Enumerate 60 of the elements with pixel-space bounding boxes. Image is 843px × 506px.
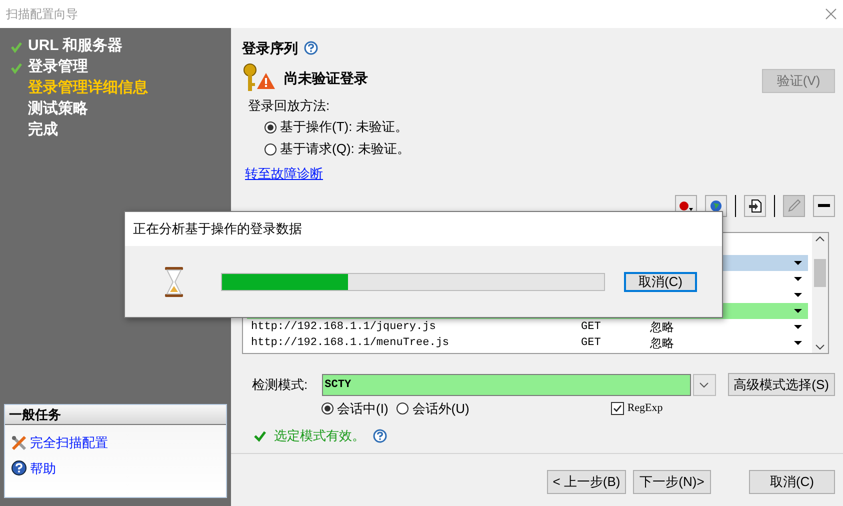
back-button[interactable]: < 上一步(B)	[547, 470, 626, 494]
scroll-thumb[interactable]	[814, 258, 826, 286]
scrollbar[interactable]	[812, 232, 828, 352]
radio-label: 基于请求(Q): 未验证。	[280, 140, 410, 158]
minus-button[interactable]	[813, 194, 835, 216]
wizard-step[interactable]: URL 和服务器	[28, 35, 123, 58]
radio-button[interactable]	[396, 402, 410, 415]
valid-message: 选定模式有效。	[274, 426, 365, 445]
pattern-field[interactable]: SCTY	[322, 374, 691, 396]
section-title: 登录序列	[242, 38, 298, 58]
pencil-icon	[787, 198, 801, 212]
radio-label: 基于操作(T): 未验证。	[280, 118, 408, 136]
task-link[interactable]: 完全扫描配置	[30, 433, 108, 452]
key-warning-icon	[242, 63, 276, 93]
import-button[interactable]	[744, 194, 766, 216]
url-cell-text: http://192.168.1.1/menuTree.js	[250, 336, 450, 350]
url-cell-text: http://192.168.1.1/jquery.js	[250, 320, 437, 334]
close-icon[interactable]	[825, 8, 837, 20]
dialog-title: 正在分析基于操作的登录数据	[133, 220, 302, 238]
dropdown-button[interactable]	[692, 374, 716, 396]
wizard-step[interactable]: 完成	[28, 119, 58, 142]
task-link[interactable]: 帮助	[30, 458, 56, 478]
checkbox[interactable]	[611, 402, 624, 415]
help-icon[interactable]	[304, 41, 318, 55]
cancel-button[interactable]: 取消(C)	[624, 272, 697, 292]
record-icon	[679, 200, 693, 210]
method-cell-text: GET	[581, 320, 602, 334]
radio-label: 会话中(I)	[337, 400, 388, 418]
chevron-down-icon	[699, 382, 710, 388]
globe-icon	[710, 200, 722, 212]
next-button[interactable]: 下一步(N)>	[633, 470, 711, 494]
checkbox-label: RegExp	[627, 401, 663, 416]
method-cell-text: GET	[581, 336, 602, 350]
detect-label: 检测模式:	[252, 376, 309, 394]
import-icon	[748, 198, 762, 212]
radio-button[interactable]	[264, 120, 277, 134]
minus-icon	[818, 204, 830, 208]
help-icon	[11, 460, 27, 476]
check-icon	[254, 430, 266, 442]
action-cell-text: 忽略	[650, 334, 675, 350]
cancel-button[interactable]: 取消(C)	[749, 470, 835, 494]
tasks-title: 一般任务	[9, 406, 61, 424]
window-title: 扫描配置向导	[6, 6, 78, 23]
playback-label: 登录回放方法:	[248, 97, 331, 115]
login-status: 尚未验证登录	[284, 68, 368, 88]
wizard-step[interactable]: 登录管理	[28, 56, 88, 79]
table-row[interactable]: http://192.168.1.1/jquery.js GET 忽略	[247, 318, 808, 334]
radio-label: 会话外(U)	[412, 400, 470, 418]
hourglass-icon	[163, 266, 185, 298]
radio-button[interactable]	[321, 402, 334, 415]
tools-icon	[11, 434, 27, 451]
scroll-down-icon[interactable]	[815, 342, 825, 350]
action-cell-text: 忽略	[650, 318, 675, 334]
troubleshoot-link[interactable]: 转至故障诊断	[245, 164, 323, 184]
wizard-step[interactable]: 测试策略	[28, 98, 88, 121]
help-icon[interactable]	[373, 428, 387, 442]
radio-button[interactable]	[264, 142, 277, 156]
pencil-button[interactable]	[783, 194, 805, 216]
advanced-button[interactable]: 高级模式选择(S)	[728, 373, 835, 396]
scroll-up-icon[interactable]	[815, 234, 825, 242]
